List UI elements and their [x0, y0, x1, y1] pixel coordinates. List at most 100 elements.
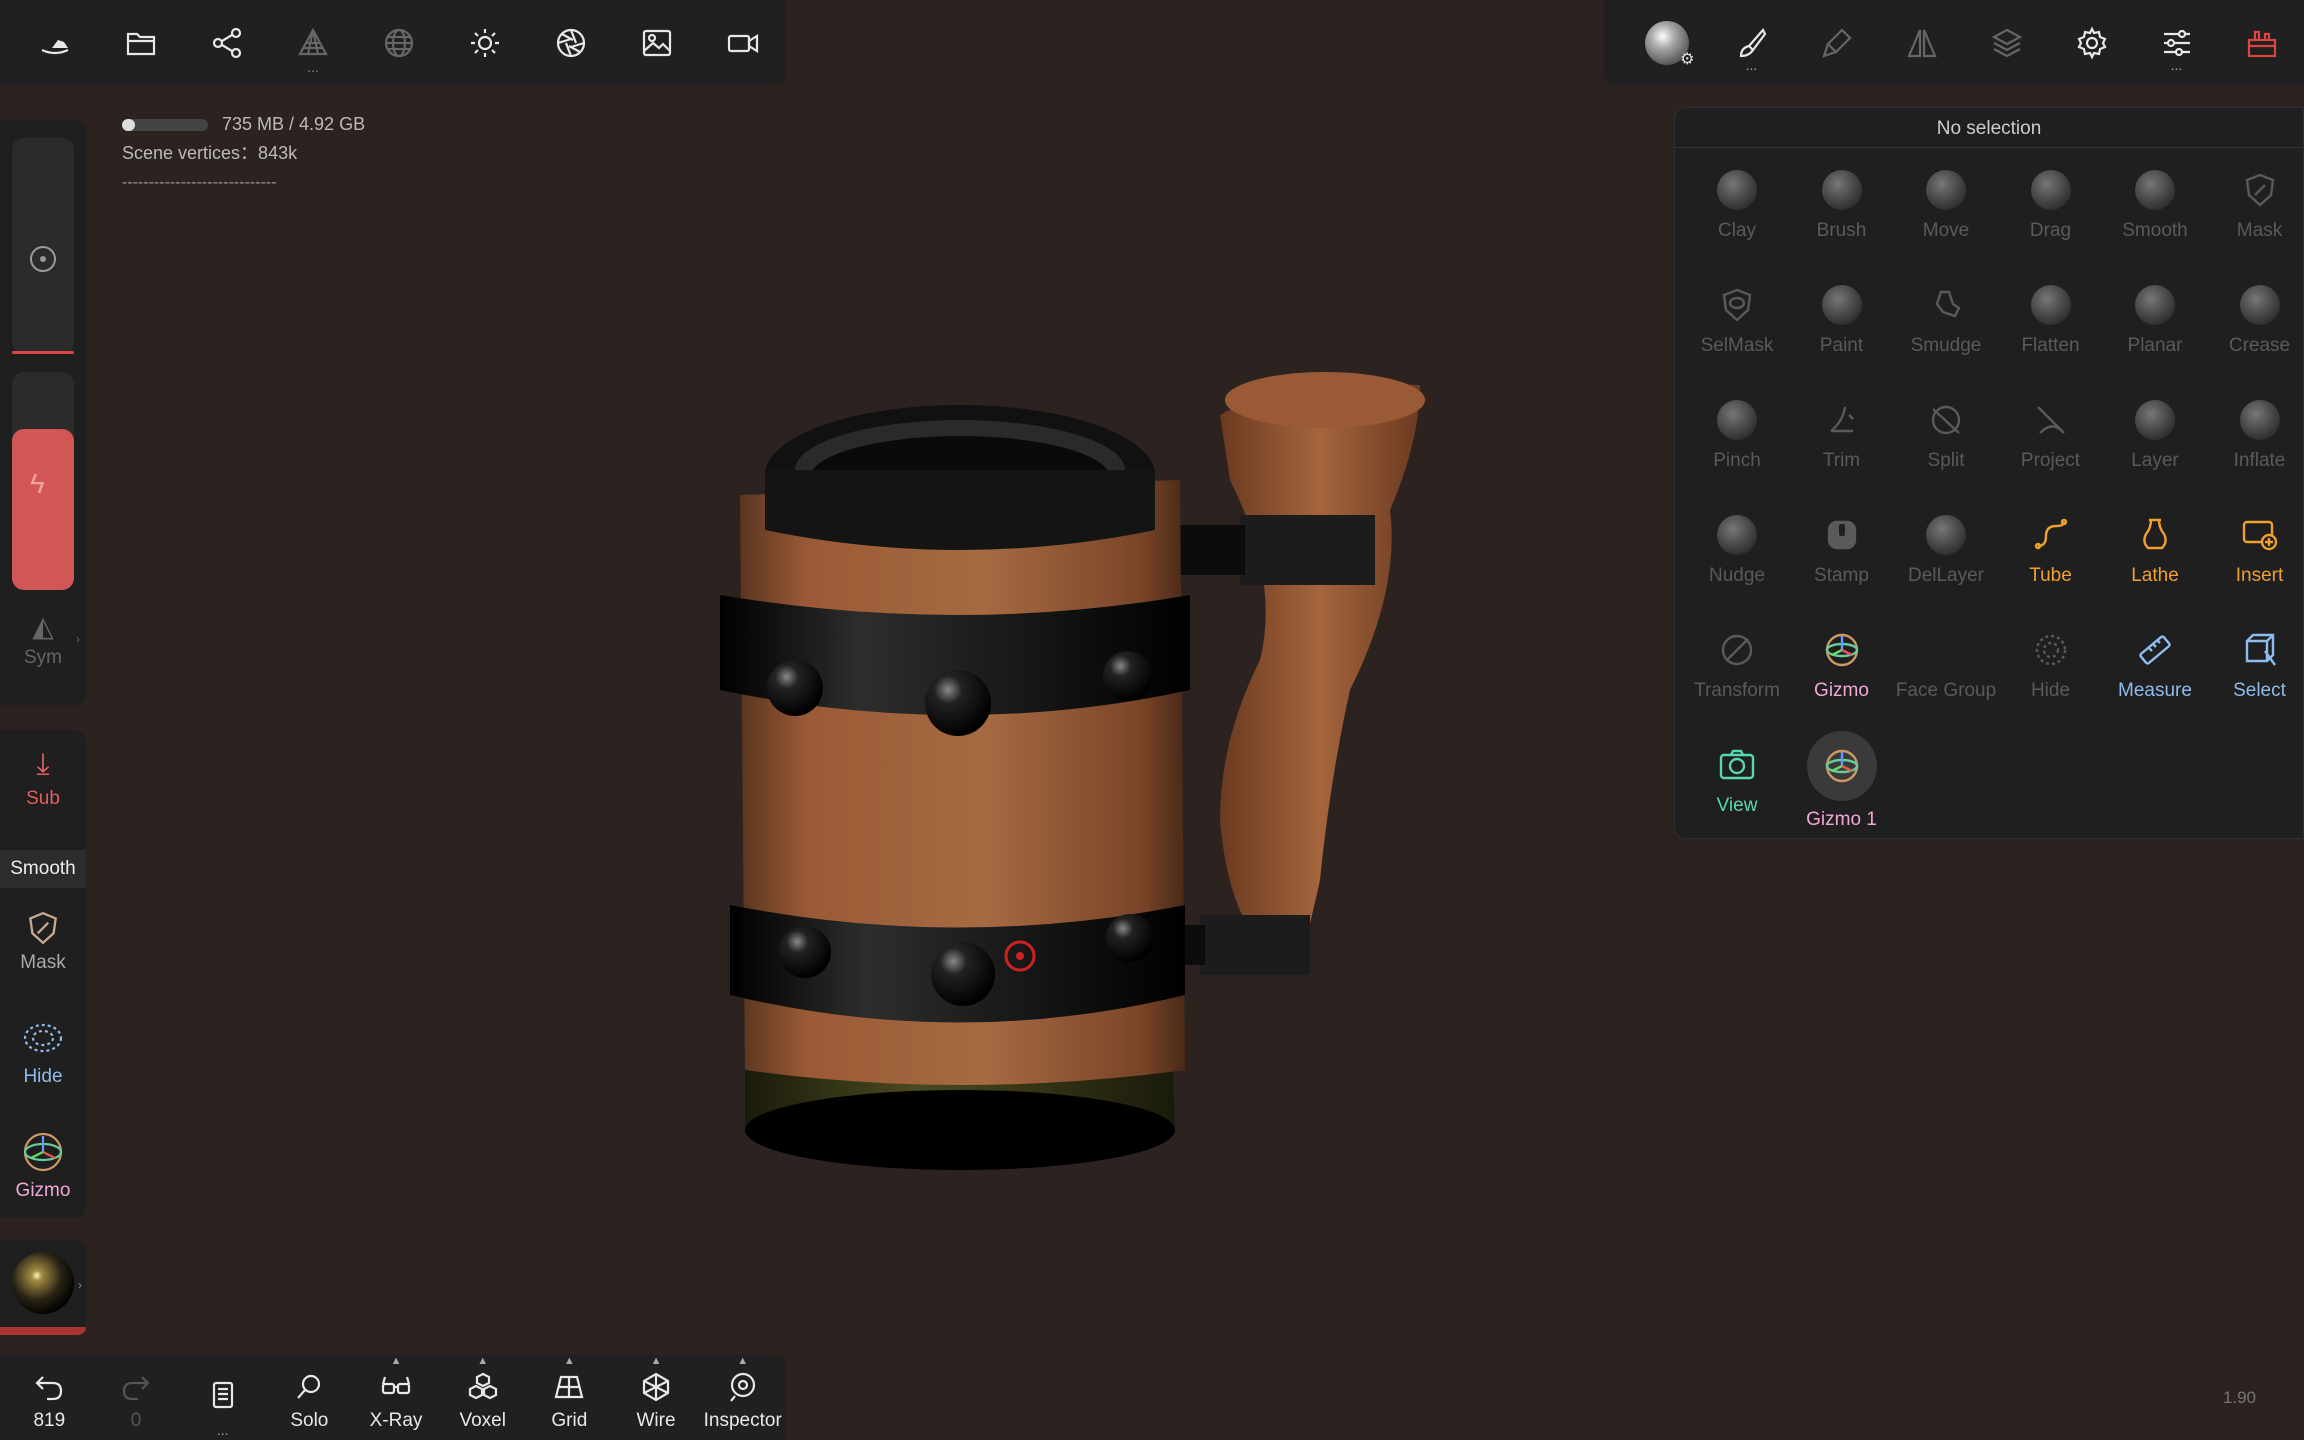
tool-dellayer[interactable]: DelLayer	[1894, 501, 1998, 611]
view-icon	[1715, 743, 1759, 787]
grid-button[interactable]: ▲ Grid	[526, 1355, 613, 1440]
tool-drag[interactable]: Drag	[1999, 156, 2103, 266]
tool-gizmo-1[interactable]: Gizmo 1	[1790, 731, 1894, 841]
solo-button[interactable]: Solo	[266, 1355, 353, 1440]
voxel-button[interactable]: ▲ Voxel	[439, 1355, 526, 1440]
tool-mask[interactable]: Mask	[2208, 156, 2304, 266]
tool-project[interactable]: Project	[1999, 386, 2103, 496]
tool-hide[interactable]: Hide	[1999, 616, 2103, 726]
tool-selmask[interactable]: SelMask	[1685, 271, 1789, 381]
lighting-button[interactable]	[442, 0, 528, 85]
tool-select[interactable]: Select	[2208, 616, 2304, 726]
symmetry-button[interactable]	[1879, 0, 1964, 85]
sym-button[interactable]: ◭ › Sym	[0, 610, 86, 690]
memory-row: 735 MB / 4.92 GB	[122, 110, 365, 139]
tool-label: Stamp	[1814, 565, 1869, 586]
tool-label: Move	[1922, 220, 1970, 241]
tool-face-group[interactable]: Face Group	[1894, 616, 1998, 726]
tool-label: Hide	[2030, 680, 2071, 701]
tool-layer[interactable]: Layer	[2103, 386, 2207, 496]
history-button[interactable]: ...	[179, 1355, 266, 1440]
tool-label: Face Group	[1895, 680, 1997, 701]
paint-icon	[1820, 283, 1864, 327]
tool-label: Tube	[2029, 565, 2072, 586]
mask-button[interactable]: Mask	[0, 910, 86, 974]
lathe-icon	[2133, 513, 2177, 557]
layers-button[interactable]	[1964, 0, 2049, 85]
book-icon	[212, 1381, 233, 1409]
tool-gizmo[interactable]: Gizmo	[1790, 616, 1894, 726]
tool-pinch[interactable]: Pinch	[1685, 386, 1789, 496]
tool-label: SelMask	[1700, 335, 1774, 356]
gizmo-icon	[23, 1132, 63, 1172]
tool-label: Inflate	[2233, 450, 2286, 471]
tool-smudge[interactable]: Smudge	[1894, 271, 1998, 381]
material-sphere-icon: ⚙	[1644, 20, 1695, 68]
tool-lathe[interactable]: Lathe	[2103, 501, 2207, 611]
smooth-shortcut[interactable]: Smooth	[0, 850, 86, 888]
tool-measure[interactable]: Measure	[2103, 616, 2207, 726]
multires-button[interactable]	[356, 0, 442, 85]
tool-paint[interactable]: Paint	[1790, 271, 1894, 381]
tool-clay[interactable]: Clay	[1685, 156, 1789, 266]
gear-icon: ⚙	[1680, 50, 1695, 68]
tool-label: Transform	[1694, 680, 1780, 701]
tool-crease[interactable]: Crease	[2208, 271, 2304, 381]
gizmo-button[interactable]: Gizmo	[0, 1130, 86, 1202]
viewport-mug-model[interactable]	[660, 360, 1480, 1190]
chevron-right-icon: ›	[76, 632, 80, 646]
image-icon	[642, 29, 672, 56]
top-left-toolbar: ...	[0, 0, 786, 85]
intensity-slider[interactable]: ϟ	[12, 372, 74, 590]
trim-icon	[1820, 398, 1864, 442]
tool-smooth[interactable]: Smooth	[2103, 156, 2207, 266]
arrow-down-icon: ⤓	[36, 748, 50, 781]
tool-label: View	[1716, 795, 1758, 816]
scene-button[interactable]	[184, 0, 270, 85]
tool-inflate[interactable]: Inflate	[2208, 386, 2304, 496]
tool-tube[interactable]: Tube	[1999, 501, 2103, 611]
info-separator: -----------------------------	[122, 174, 277, 191]
scene-settings-button[interactable]: ...	[2134, 0, 2219, 85]
post-process-button[interactable]	[528, 0, 614, 85]
inflate-icon	[2238, 398, 2282, 442]
redo-button[interactable]: 0	[93, 1355, 180, 1440]
wireframe-sphere-icon	[384, 28, 414, 57]
tool-planar[interactable]: Planar	[2103, 271, 2207, 381]
brush-icon	[1739, 27, 1766, 57]
tool-flatten[interactable]: Flatten	[1999, 271, 2103, 381]
material-button[interactable]: ⚙	[1624, 0, 1709, 85]
background-button[interactable]	[614, 0, 700, 85]
camera-button[interactable]	[700, 0, 786, 85]
undo-button[interactable]: 819	[6, 1355, 93, 1440]
tool-insert[interactable]: Insert	[2208, 501, 2304, 611]
sliders-icon	[2163, 29, 2190, 56]
files-button[interactable]	[98, 0, 184, 85]
stroke-button[interactable]	[1794, 0, 1879, 85]
wire-button[interactable]: ▲ Wire	[613, 1355, 700, 1440]
tool-label: Measure	[2118, 680, 2192, 701]
folder-icon	[126, 32, 156, 55]
tool-split[interactable]: Split	[1894, 386, 1998, 496]
measure-icon	[2133, 628, 2177, 672]
xray-button[interactable]: ▲ X-Ray	[353, 1355, 440, 1440]
inspector-button[interactable]: ▲ Inspector	[699, 1355, 786, 1440]
tool-trim[interactable]: Trim	[1790, 386, 1894, 496]
topology-button[interactable]: ...	[270, 0, 356, 85]
nomad-logo-button[interactable]	[12, 0, 98, 85]
sub-button[interactable]: ⤓ Sub	[0, 748, 86, 810]
hide-button[interactable]: Hide	[0, 1020, 86, 1088]
settings-button[interactable]	[2049, 0, 2134, 85]
brush-settings-button[interactable]: ...	[1709, 0, 1794, 85]
radius-slider[interactable]	[12, 138, 74, 354]
tube-icon	[2029, 513, 2073, 557]
tool-view[interactable]: View	[1685, 731, 1789, 841]
tool-move[interactable]: Move	[1894, 156, 1998, 266]
tool-transform[interactable]: Transform	[1685, 616, 1789, 726]
tools-button[interactable]	[2219, 0, 2304, 85]
tool-stamp[interactable]: Stamp	[1790, 501, 1894, 611]
tool-nudge[interactable]: Nudge	[1685, 501, 1789, 611]
tool-brush[interactable]: Brush	[1790, 156, 1894, 266]
matcap-selector[interactable]: ›	[0, 1240, 86, 1335]
hide-icon	[2029, 628, 2073, 672]
